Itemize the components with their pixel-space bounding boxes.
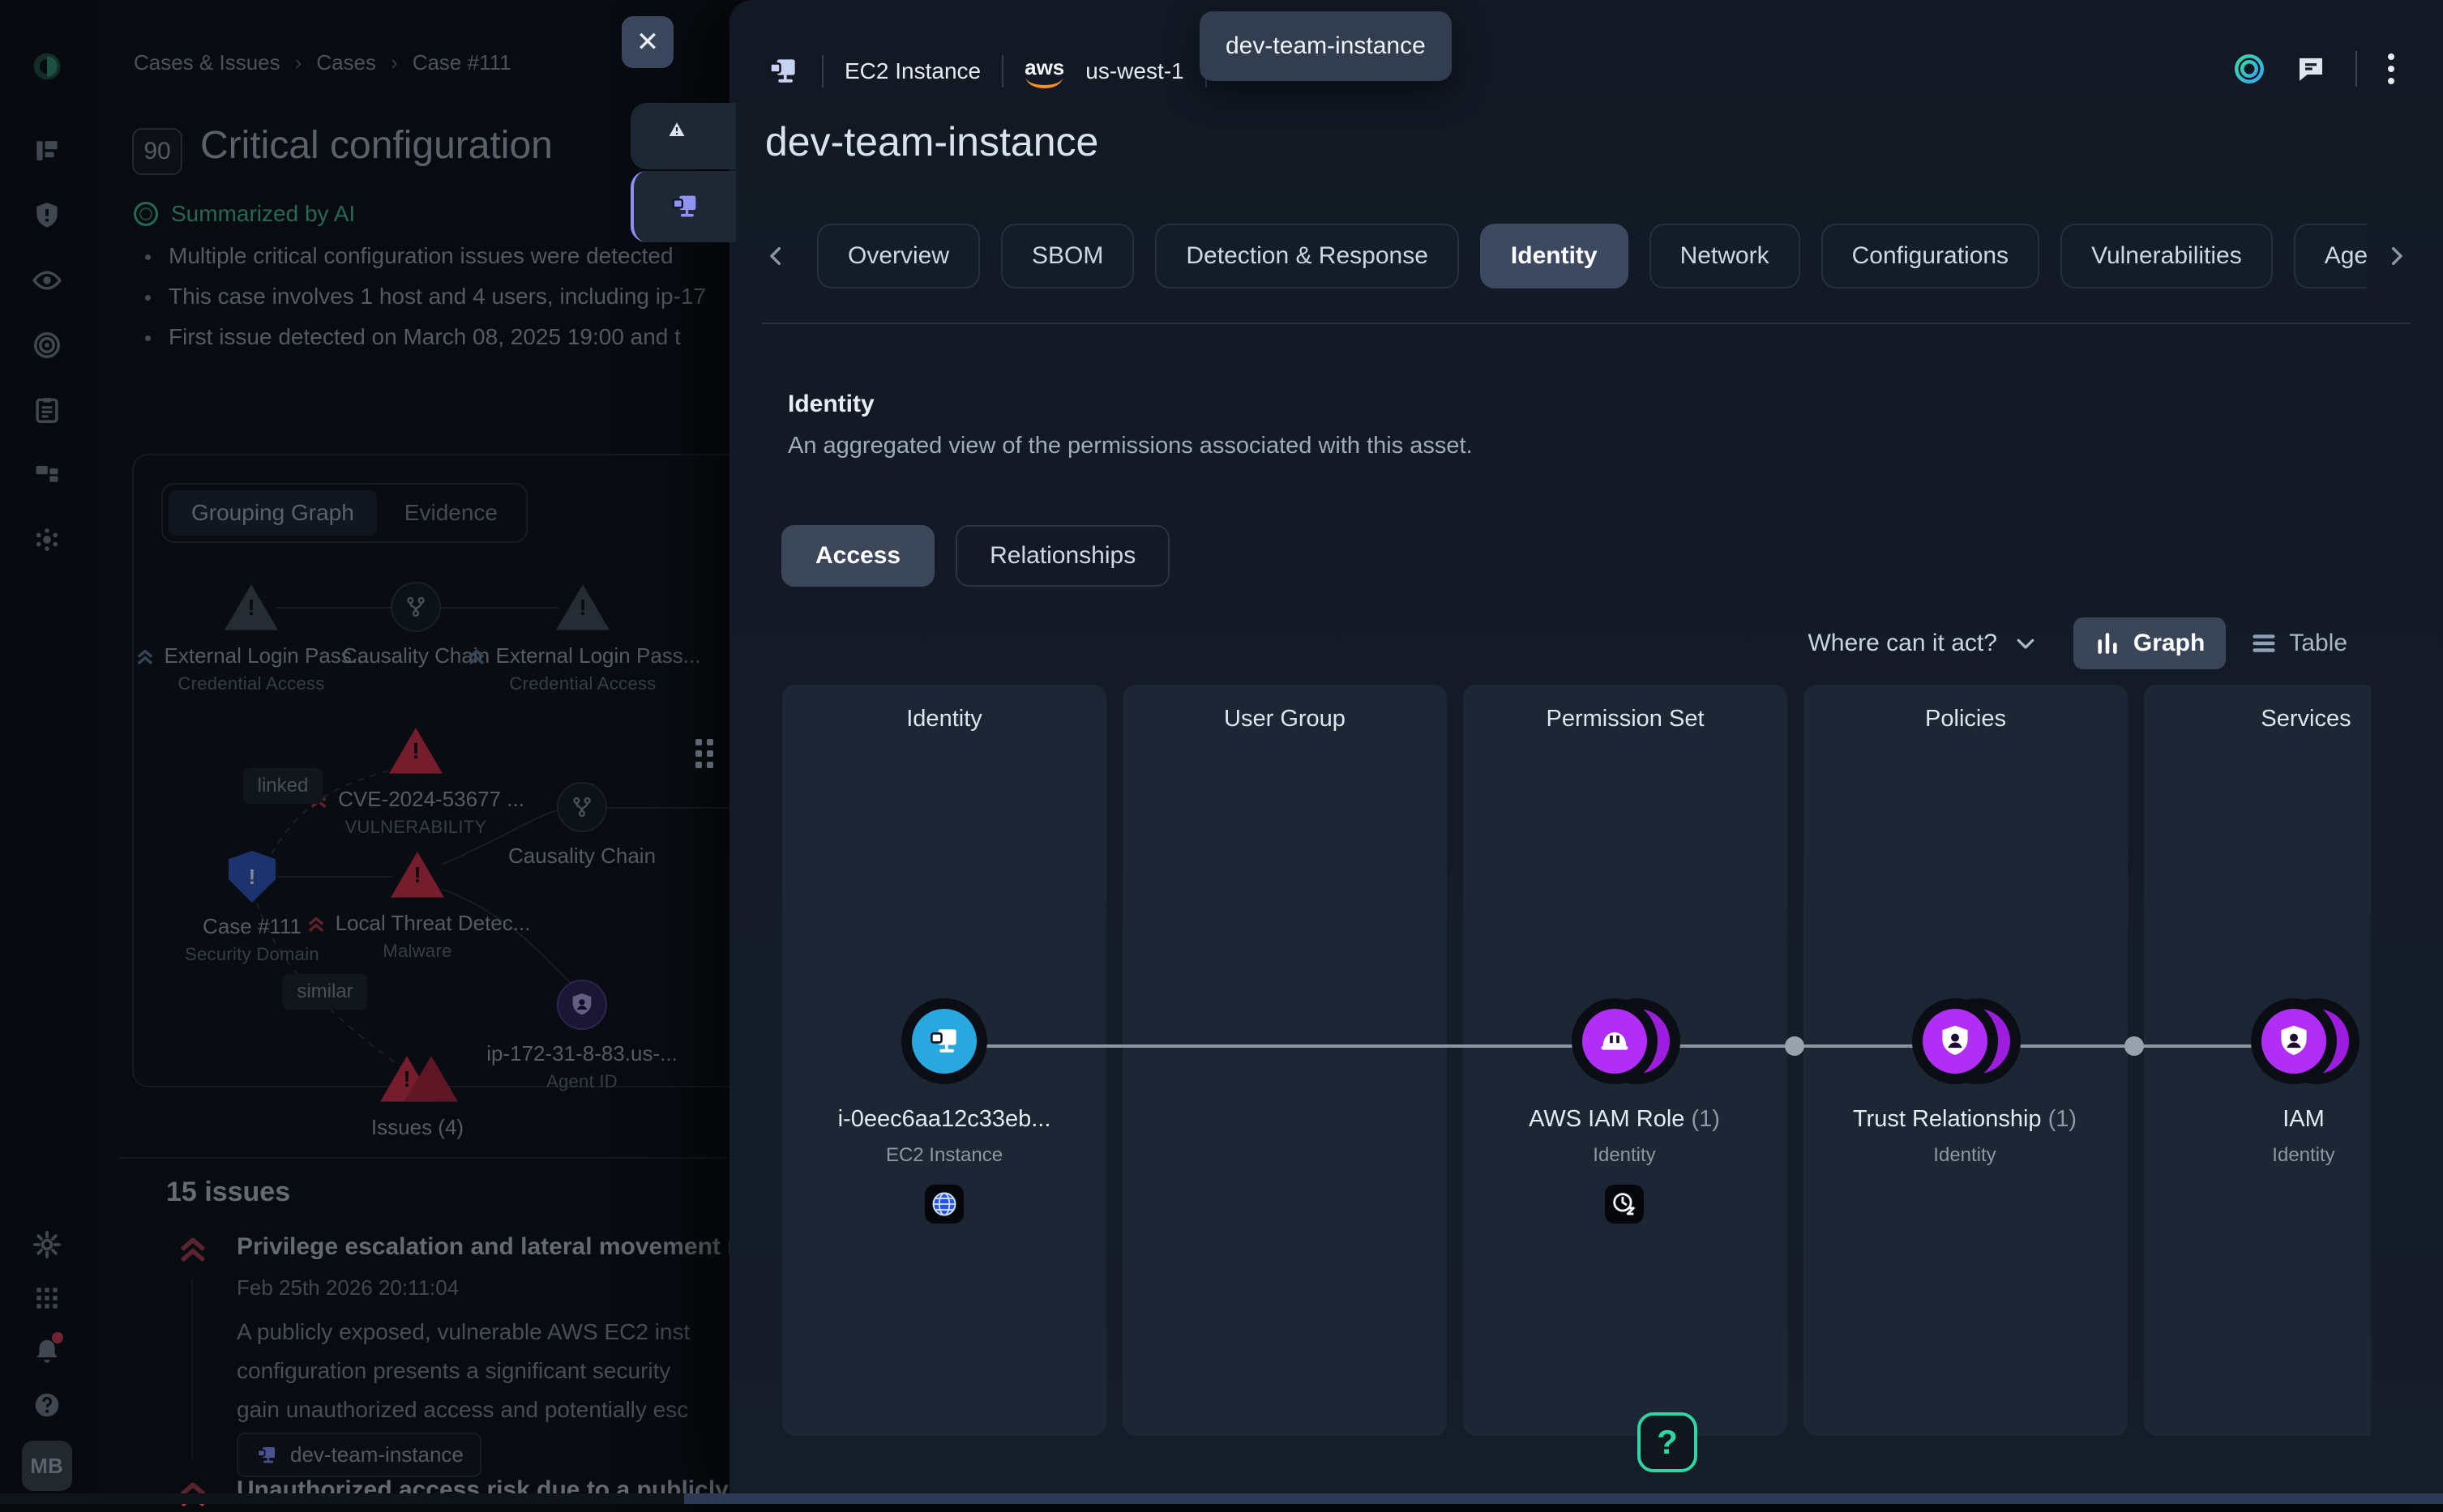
tab-vulnerabilities[interactable]: Vulnerabilities bbox=[2060, 224, 2273, 288]
divider bbox=[822, 55, 824, 88]
mode-toggle: Access Relationships bbox=[781, 525, 1170, 587]
section-heading: Identity bbox=[788, 391, 875, 418]
edge-tab-asset-selected[interactable] bbox=[631, 171, 736, 242]
view-switch: Graph Table bbox=[2073, 617, 2347, 669]
panel-actions bbox=[2232, 50, 2398, 88]
graph-controls: Where can it act? Graph Table bbox=[1808, 617, 2347, 669]
tabs-divider bbox=[762, 322, 2411, 324]
tab-identity[interactable]: Identity bbox=[1480, 224, 1628, 288]
connector-dot bbox=[2124, 1036, 2144, 1056]
asset-type-label: EC2 Instance bbox=[845, 58, 981, 84]
node-aws-iam-role[interactable]: AWS IAM Role (1) Identity bbox=[1478, 999, 1770, 1224]
graph-view-button[interactable]: Graph bbox=[2073, 617, 2226, 669]
node-iam[interactable]: IAM Identity bbox=[2158, 999, 2371, 1167]
table-view-button[interactable]: Table bbox=[2250, 630, 2347, 657]
warning-triangle-icon bbox=[667, 120, 700, 152]
tab-configurations[interactable]: Configurations bbox=[1821, 224, 2039, 288]
asset-tabs: Overview SBOM Detection & Response Ident… bbox=[759, 220, 2414, 292]
tab-network[interactable]: Network bbox=[1649, 224, 1800, 288]
edge-tab-alerts[interactable] bbox=[631, 103, 736, 169]
tab-overview[interactable]: Overview bbox=[817, 224, 980, 288]
node-trust-relationship[interactable]: Trust Relationship (1) Identity bbox=[1819, 999, 2111, 1167]
ai-rings-icon[interactable] bbox=[2232, 52, 2266, 86]
mode-relationships[interactable]: Relationships bbox=[956, 525, 1170, 587]
connector-dot bbox=[1785, 1036, 1804, 1056]
monitor-icon bbox=[669, 190, 701, 223]
tabs-scroller: Overview SBOM Detection & Response Ident… bbox=[817, 220, 2367, 292]
asset-detail-panel: EC2 Instance aws us-west-1 343059098 dev… bbox=[729, 0, 2443, 1504]
tabs-scroll-left[interactable] bbox=[759, 238, 794, 274]
tab-sbom[interactable]: SBOM bbox=[1001, 224, 1134, 288]
shield-person-icon bbox=[1923, 1009, 1987, 1074]
permissions-graph: Identity User Group Permission Set Polic… bbox=[782, 685, 2371, 1504]
chevron-down-icon bbox=[2013, 631, 2038, 656]
shield-person-icon bbox=[2261, 1009, 2326, 1074]
tab-detection-response[interactable]: Detection & Response bbox=[1155, 224, 1459, 288]
globe-badge-icon bbox=[925, 1185, 964, 1224]
bar-chart-icon bbox=[2094, 630, 2120, 656]
clock-snooze-badge-icon bbox=[1605, 1185, 1644, 1224]
close-panel-button[interactable]: ✕ bbox=[622, 16, 674, 68]
iam-role-node-icon bbox=[1582, 1009, 1647, 1074]
column-user-group: User Group bbox=[1123, 685, 1447, 1436]
tooltip: dev-team-instance bbox=[1200, 11, 1452, 81]
mode-access[interactable]: Access bbox=[781, 525, 935, 587]
graph-help-button[interactable]: ? bbox=[1637, 1412, 1697, 1472]
section-description: An aggregated view of the permissions as… bbox=[788, 433, 1473, 459]
asset-title: dev-team-instance bbox=[765, 118, 1098, 165]
divider bbox=[1002, 55, 1003, 88]
horizontal-scrollbar[interactable] bbox=[0, 1493, 2443, 1504]
tab-agent-information[interactable]: Agent Information bbox=[2294, 224, 2367, 288]
table-rows-icon bbox=[2250, 630, 2278, 657]
tabs-scroll-right[interactable] bbox=[2378, 238, 2414, 274]
ec2-node-icon bbox=[912, 1009, 977, 1074]
chat-icon[interactable] bbox=[2294, 52, 2328, 86]
region-label: us-west-1 bbox=[1085, 58, 1183, 84]
kebab-menu-icon[interactable] bbox=[2385, 50, 2398, 88]
filter-dropdown[interactable]: Where can it act? bbox=[1808, 630, 2037, 657]
aws-logo: aws bbox=[1025, 55, 1064, 88]
node-ec2-instance[interactable]: i-0eec6aa12c33eb... EC2 Instance bbox=[798, 999, 1090, 1224]
drag-handle[interactable] bbox=[695, 739, 713, 768]
scrollbar-thumb[interactable] bbox=[684, 1493, 2443, 1504]
monitor-icon bbox=[765, 53, 801, 89]
divider bbox=[2355, 51, 2357, 87]
